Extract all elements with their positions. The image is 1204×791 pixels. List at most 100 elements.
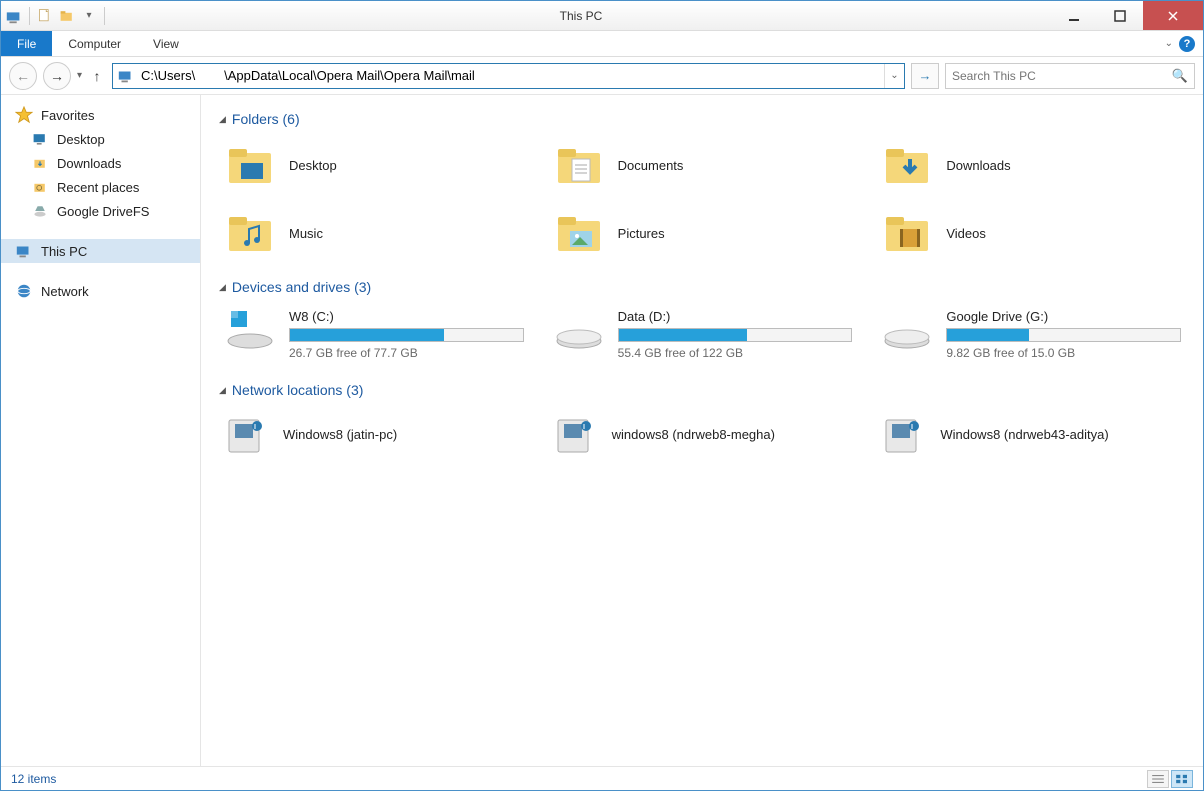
section-netloc-header[interactable]: ◢ Network locations (3) [219,382,1185,398]
netloc-label: Windows8 (jatin-pc) [283,427,397,442]
os-drive-icon [223,309,277,351]
sidebar-thispc[interactable]: This PC [1,239,200,263]
sidebar-label: Favorites [41,108,94,123]
search-box[interactable]: 🔍 [945,63,1195,89]
up-button[interactable]: ↑ [88,68,106,84]
sidebar-label: This PC [41,244,87,259]
drive-g[interactable]: Google Drive (G:) 9.82 GB free of 15.0 G… [876,305,1185,364]
sidebar-label: Recent places [57,180,139,195]
folder-label: Documents [618,158,684,173]
search-input[interactable] [952,69,1172,83]
sidebar-label: Desktop [57,132,105,147]
ribbon-expand-icon[interactable]: ⌄ [1165,38,1173,49]
netloc-label: windows8 (ndrweb8-megha) [612,427,775,442]
section-title: Folders (6) [232,111,300,127]
drive-capacity-bar [618,328,853,342]
drive-free-text: 9.82 GB free of 15.0 GB [946,346,1181,360]
view-tiles-button[interactable] [1171,770,1193,788]
folder-label: Desktop [289,158,337,173]
new-folder-icon[interactable] [58,7,76,25]
tab-computer[interactable]: Computer [52,31,137,56]
drive-brand-icon [31,202,49,220]
properties-icon[interactable] [36,7,54,25]
sidebar-item-googledrive[interactable]: Google DriveFS [1,199,200,223]
sidebar-item-recent[interactable]: Recent places [1,175,200,199]
netloc-label: Windows8 (ndrweb43-aditya) [940,427,1108,442]
system-icon[interactable] [5,7,23,25]
folder-videos[interactable]: Videos [876,205,1185,261]
folder-music[interactable]: Music [219,205,528,261]
status-bar: 12 items [1,766,1203,790]
title-bar: ▾ This PC [1,1,1203,31]
network-icon [15,282,33,300]
pictures-folder-icon [552,209,606,257]
folder-label: Music [289,226,323,241]
main-area: Favorites Desktop Downloads Recent place… [1,95,1203,766]
drive-capacity-bar [289,328,524,342]
collapse-icon: ◢ [219,282,226,293]
star-icon [15,106,33,124]
search-icon: 🔍 [1172,68,1188,84]
qat-dropdown-icon[interactable]: ▾ [80,7,98,25]
recent-icon [31,178,49,196]
netloc-3[interactable]: Windows8 (ndrweb43-aditya) [876,408,1185,460]
address-input[interactable] [139,64,884,88]
downloads-icon [31,154,49,172]
tab-file[interactable]: File [1,31,52,56]
drive-d[interactable]: Data (D:) 55.4 GB free of 122 GB [548,305,857,364]
drives-grid: W8 (C:) 26.7 GB free of 77.7 GB Data (D:… [219,305,1185,364]
sidebar-item-desktop[interactable]: Desktop [1,127,200,151]
address-dropdown-icon[interactable]: ⌄ [884,64,904,88]
media-server-icon [552,412,600,456]
sidebar-item-downloads[interactable]: Downloads [1,151,200,175]
address-bar[interactable]: ⌄ [112,63,905,89]
window-controls [1051,1,1203,30]
separator [29,7,30,25]
forward-button[interactable]: → [43,62,71,90]
navigation-pane: Favorites Desktop Downloads Recent place… [1,95,201,766]
folder-pictures[interactable]: Pictures [548,205,857,261]
netloc-grid: Windows8 (jatin-pc) windows8 (ndrweb8-me… [219,408,1185,460]
netloc-1[interactable]: Windows8 (jatin-pc) [219,408,528,460]
maximize-button[interactable] [1097,1,1143,30]
back-button[interactable]: ← [9,62,37,90]
collapse-icon: ◢ [219,114,226,125]
drive-capacity-bar [946,328,1181,342]
section-title: Devices and drives (3) [232,279,371,295]
section-folders-header[interactable]: ◢ Folders (6) [219,111,1185,127]
drive-free-text: 26.7 GB free of 77.7 GB [289,346,524,360]
close-button[interactable] [1143,1,1203,30]
window-title: This PC [111,9,1051,23]
drive-c[interactable]: W8 (C:) 26.7 GB free of 77.7 GB [219,305,528,364]
view-details-button[interactable] [1147,770,1169,788]
sidebar-label: Network [41,284,89,299]
sidebar-network[interactable]: Network [1,279,200,303]
folder-label: Videos [946,226,986,241]
separator [104,7,105,25]
ribbon-tabs: File Computer View ⌄ ? [1,31,1203,57]
folder-documents[interactable]: Documents [548,137,857,193]
content-pane: ◢ Folders (6) Desktop Documents Download… [201,95,1203,766]
section-title: Network locations (3) [232,382,364,398]
folders-grid: Desktop Documents Downloads Music Pictur… [219,137,1185,261]
status-text: 12 items [11,772,56,786]
tab-view[interactable]: View [137,31,195,56]
sidebar-label: Downloads [57,156,121,171]
sidebar-favorites-header[interactable]: Favorites [1,103,200,127]
folder-downloads[interactable]: Downloads [876,137,1185,193]
minimize-button[interactable] [1051,1,1097,30]
help-icon[interactable]: ? [1179,36,1195,52]
drive-free-text: 55.4 GB free of 122 GB [618,346,853,360]
collapse-icon: ◢ [219,385,226,396]
folder-desktop[interactable]: Desktop [219,137,528,193]
quick-access-toolbar: ▾ [1,7,111,25]
history-dropdown-icon[interactable]: ▾ [77,70,82,81]
drive-name: Google Drive (G:) [946,309,1181,324]
drive-name: Data (D:) [618,309,853,324]
go-button[interactable]: → [911,63,939,89]
hdd-drive-icon [552,309,606,351]
drive-name: W8 (C:) [289,309,524,324]
downloads-folder-icon [880,141,934,189]
section-drives-header[interactable]: ◢ Devices and drives (3) [219,279,1185,295]
netloc-2[interactable]: windows8 (ndrweb8-megha) [548,408,857,460]
